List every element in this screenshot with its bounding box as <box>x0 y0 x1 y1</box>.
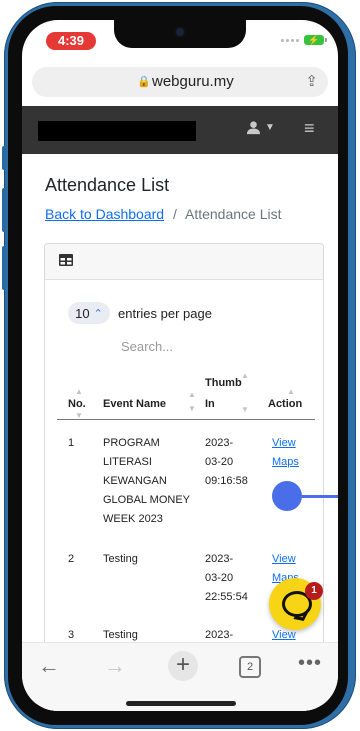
thumb-line: 09:16:58 <box>205 475 248 487</box>
view-maps-link[interactable]: View <box>272 550 299 569</box>
row-2-thumb: 2023- 03-20 22:55:54 <box>205 550 248 607</box>
breadcrumb-current: Attendance List <box>184 206 282 222</box>
row-1-no: 1 <box>68 437 75 449</box>
share-icon[interactable]: ⇪ <box>305 72 318 90</box>
sort-desc-icon: ▼ <box>188 404 196 413</box>
home-indicator[interactable] <box>126 701 236 706</box>
thumb-line: 2023- <box>205 437 234 449</box>
hamburger-menu-icon[interactable]: ≡ <box>304 118 315 139</box>
more-menu-icon[interactable]: ••• <box>298 652 322 675</box>
table-header-divider <box>57 419 315 420</box>
breadcrumb: Back to Dashboard / Attendance List <box>45 206 282 222</box>
attendance-card: 10 ⌃ entries per page No. ▲ ▼ Event Name… <box>44 243 324 711</box>
camera-icon <box>176 28 184 36</box>
event-line: LITERASI <box>103 456 152 468</box>
row-1-action: View Maps <box>272 434 299 472</box>
chat-button[interactable]: 1 <box>269 578 323 630</box>
sort-asc-icon: ▲ <box>287 387 295 396</box>
forward-arrow-icon[interactable]: → <box>104 653 126 679</box>
battery-icon: ⚡ <box>304 35 327 45</box>
event-line: KEWANGAN <box>103 475 167 487</box>
event-line: Testing <box>103 553 138 565</box>
page-title: Attendance List <box>45 175 170 195</box>
view-maps-link[interactable]: View <box>272 434 299 453</box>
phone-side-button <box>2 188 6 232</box>
status-indicators: ⚡ <box>281 35 327 45</box>
column-header-action: Action <box>268 398 303 410</box>
table-icon <box>59 254 73 266</box>
row-2-event: Testing <box>103 550 138 569</box>
row-1-thumb: 2023- 03-20 09:16:58 <box>205 434 248 491</box>
tab-count-button[interactable]: 2 <box>239 656 261 678</box>
event-line: PROGRAM <box>103 437 160 449</box>
thumb-line: 03-20 <box>205 572 234 584</box>
address-bar[interactable]: 🔒 webguru.my ⇪ <box>32 67 328 97</box>
sort-desc-icon: ▼ <box>241 405 249 414</box>
entries-per-page-row: 10 ⌃ entries per page <box>68 302 212 324</box>
view-maps-link[interactable]: Maps <box>272 453 299 472</box>
column-header-thumb-line2[interactable]: In <box>205 398 215 410</box>
chevron-updown-icon: ⌃ <box>93 307 103 320</box>
per-page-select[interactable]: 10 ⌃ <box>68 302 110 324</box>
signal-icon <box>281 38 299 42</box>
scroll-handle-line <box>302 495 338 498</box>
sort-asc-icon: ▲ <box>75 387 83 396</box>
breadcrumb-separator: / <box>172 206 177 222</box>
phone-screen: 4:39 ⚡ 🔒 webguru.my ⇪ ▼ ≡ Attendance Lis… <box>22 20 338 711</box>
lock-icon: 🔒 <box>137 76 151 88</box>
thumb-line: 22:55:54 <box>205 591 248 603</box>
site-logo[interactable] <box>38 121 196 141</box>
search-input[interactable] <box>119 336 273 356</box>
url-text[interactable]: webguru.my <box>152 73 234 90</box>
phone-side-button <box>2 246 6 290</box>
thumb-line: 03-20 <box>205 456 234 468</box>
card-header <box>45 244 323 280</box>
row-1-event: PROGRAM LITERASI KEWANGAN GLOBAL MONEY W… <box>103 434 190 529</box>
column-header-thumb[interactable]: Thumb <box>205 377 242 389</box>
breadcrumb-back-link[interactable]: Back to Dashboard <box>45 206 164 222</box>
event-line: WEEK 2023 <box>103 513 163 525</box>
user-icon <box>246 121 261 135</box>
notification-badge: 1 <box>305 582 323 600</box>
row-2-no: 2 <box>68 553 75 565</box>
user-menu-toggle[interactable]: ▼ <box>246 120 275 135</box>
new-tab-button[interactable]: + <box>168 651 198 681</box>
per-page-value: 10 <box>75 305 90 321</box>
status-time: 4:39 <box>46 32 96 50</box>
column-header-no[interactable]: No. <box>68 398 86 410</box>
thumb-line: 2023- <box>205 553 234 565</box>
chevron-down-icon: ▼ <box>265 122 275 133</box>
event-line: GLOBAL MONEY <box>103 494 191 506</box>
phone-side-button <box>2 146 6 170</box>
sort-asc-icon: ▲ <box>188 390 196 399</box>
entries-label: entries per page <box>118 305 212 321</box>
notch <box>114 20 246 48</box>
sort-asc-icon: ▲ <box>241 371 249 380</box>
column-header-event[interactable]: Event Name <box>103 398 166 410</box>
site-header: ▼ ≡ <box>22 106 338 154</box>
scroll-handle[interactable] <box>272 481 302 511</box>
back-arrow-icon[interactable]: ← <box>38 653 60 679</box>
